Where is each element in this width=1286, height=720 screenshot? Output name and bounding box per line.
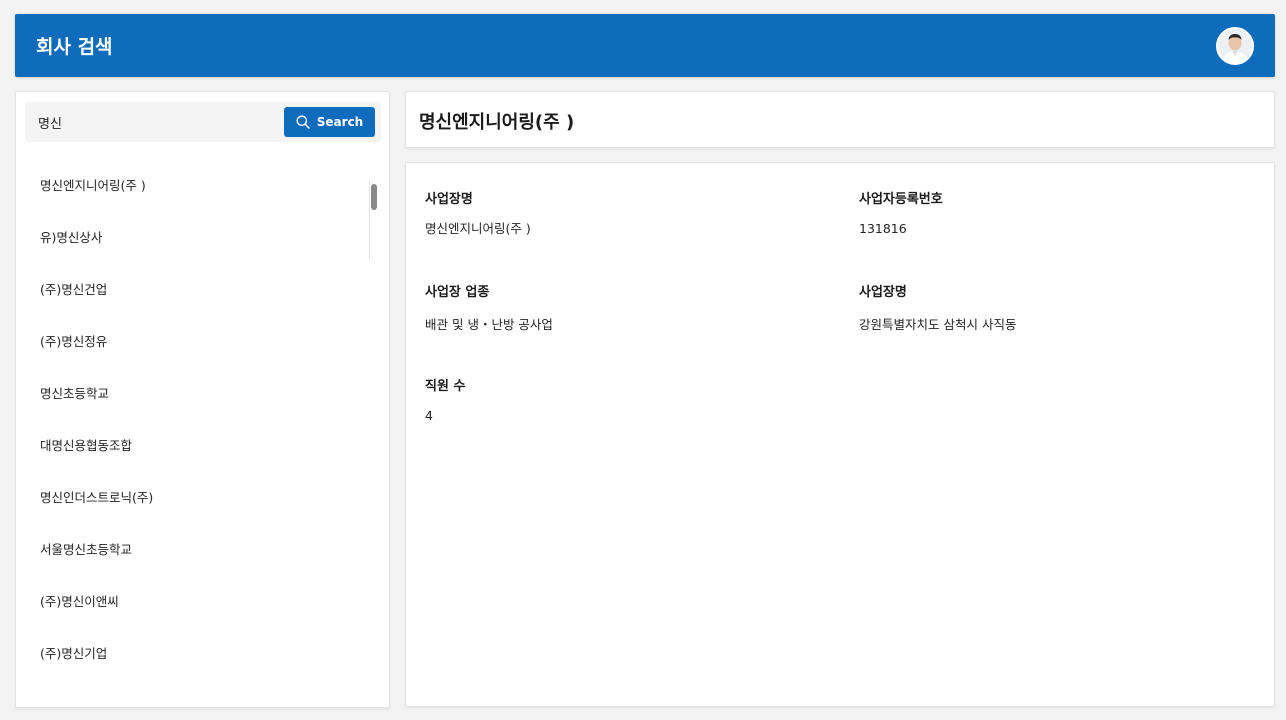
field-registration-no: 사업자등록번호 131816: [859, 188, 943, 236]
company-title: 명신엔지니어링(주 ): [419, 112, 575, 133]
field-value: 131816: [859, 221, 907, 236]
list-item[interactable]: 대명신용협동조합: [16, 418, 371, 470]
app-header: 회사 검색: [15, 14, 1275, 77]
field-location: 사업장명 강원특별자치도 삼척시 사직동: [859, 281, 1016, 333]
field-label: 사업장명: [425, 192, 473, 207]
field-label: 사업장 업종: [425, 285, 490, 300]
search-bar: Search: [25, 102, 381, 142]
search-button-label: Search: [316, 115, 364, 129]
search-panel: Search 명신엔지니어링(주 ) 유)명신상사 (주)명신건업 (주)명신정…: [15, 91, 390, 708]
list-item[interactable]: 명신인더스트로닉(주): [16, 470, 371, 522]
list-item[interactable]: (주)명신건업: [16, 262, 371, 314]
detail-card: 사업장명 명신엔지니어링(주 ) 사업자등록번호 131816 사업장 업종 배…: [405, 162, 1275, 707]
field-label: 사업장명: [859, 285, 907, 300]
field-value: 강원특별자치도 삼척시 사직동: [859, 317, 1017, 332]
search-icon: [296, 115, 310, 129]
field-business-name: 사업장명 명신엔지니어링(주 ): [425, 188, 531, 237]
field-label: 사업자등록번호: [859, 192, 943, 207]
field-value: 배관 및 냉・난방 공사업: [425, 317, 553, 332]
field-employees: 직원 수 4: [425, 375, 465, 423]
list-item[interactable]: (주)명신이앤씨: [16, 574, 371, 626]
list-item[interactable]: (주)명신기업: [16, 626, 371, 678]
field-industry: 사업장 업종 배관 및 냉・난방 공사업: [425, 281, 553, 333]
search-button[interactable]: Search: [284, 107, 375, 137]
field-value: 4: [425, 408, 433, 423]
list-item[interactable]: (주)명신정유: [16, 314, 371, 366]
detail-title-card: 명신엔지니어링(주 ): [405, 91, 1275, 148]
scrollbar-track: [369, 180, 370, 260]
scrollbar-thumb[interactable]: [371, 184, 377, 210]
field-label: 직원 수: [425, 379, 466, 394]
page-title: 회사 검색: [36, 36, 113, 58]
list-item[interactable]: 서울명신초등학교: [16, 522, 371, 574]
field-value: 명신엔지니어링(주 ): [425, 221, 531, 236]
list-item[interactable]: 명신엔지니어링(주 ): [16, 158, 371, 210]
user-avatar-icon[interactable]: [1216, 27, 1254, 65]
list-item[interactable]: 명신초등학교: [16, 366, 371, 418]
list-item[interactable]: 유)명신상사: [16, 210, 371, 262]
company-list: 명신엔지니어링(주 ) 유)명신상사 (주)명신건업 (주)명신정유 명신초등학…: [16, 158, 371, 707]
search-input[interactable]: [25, 102, 280, 142]
